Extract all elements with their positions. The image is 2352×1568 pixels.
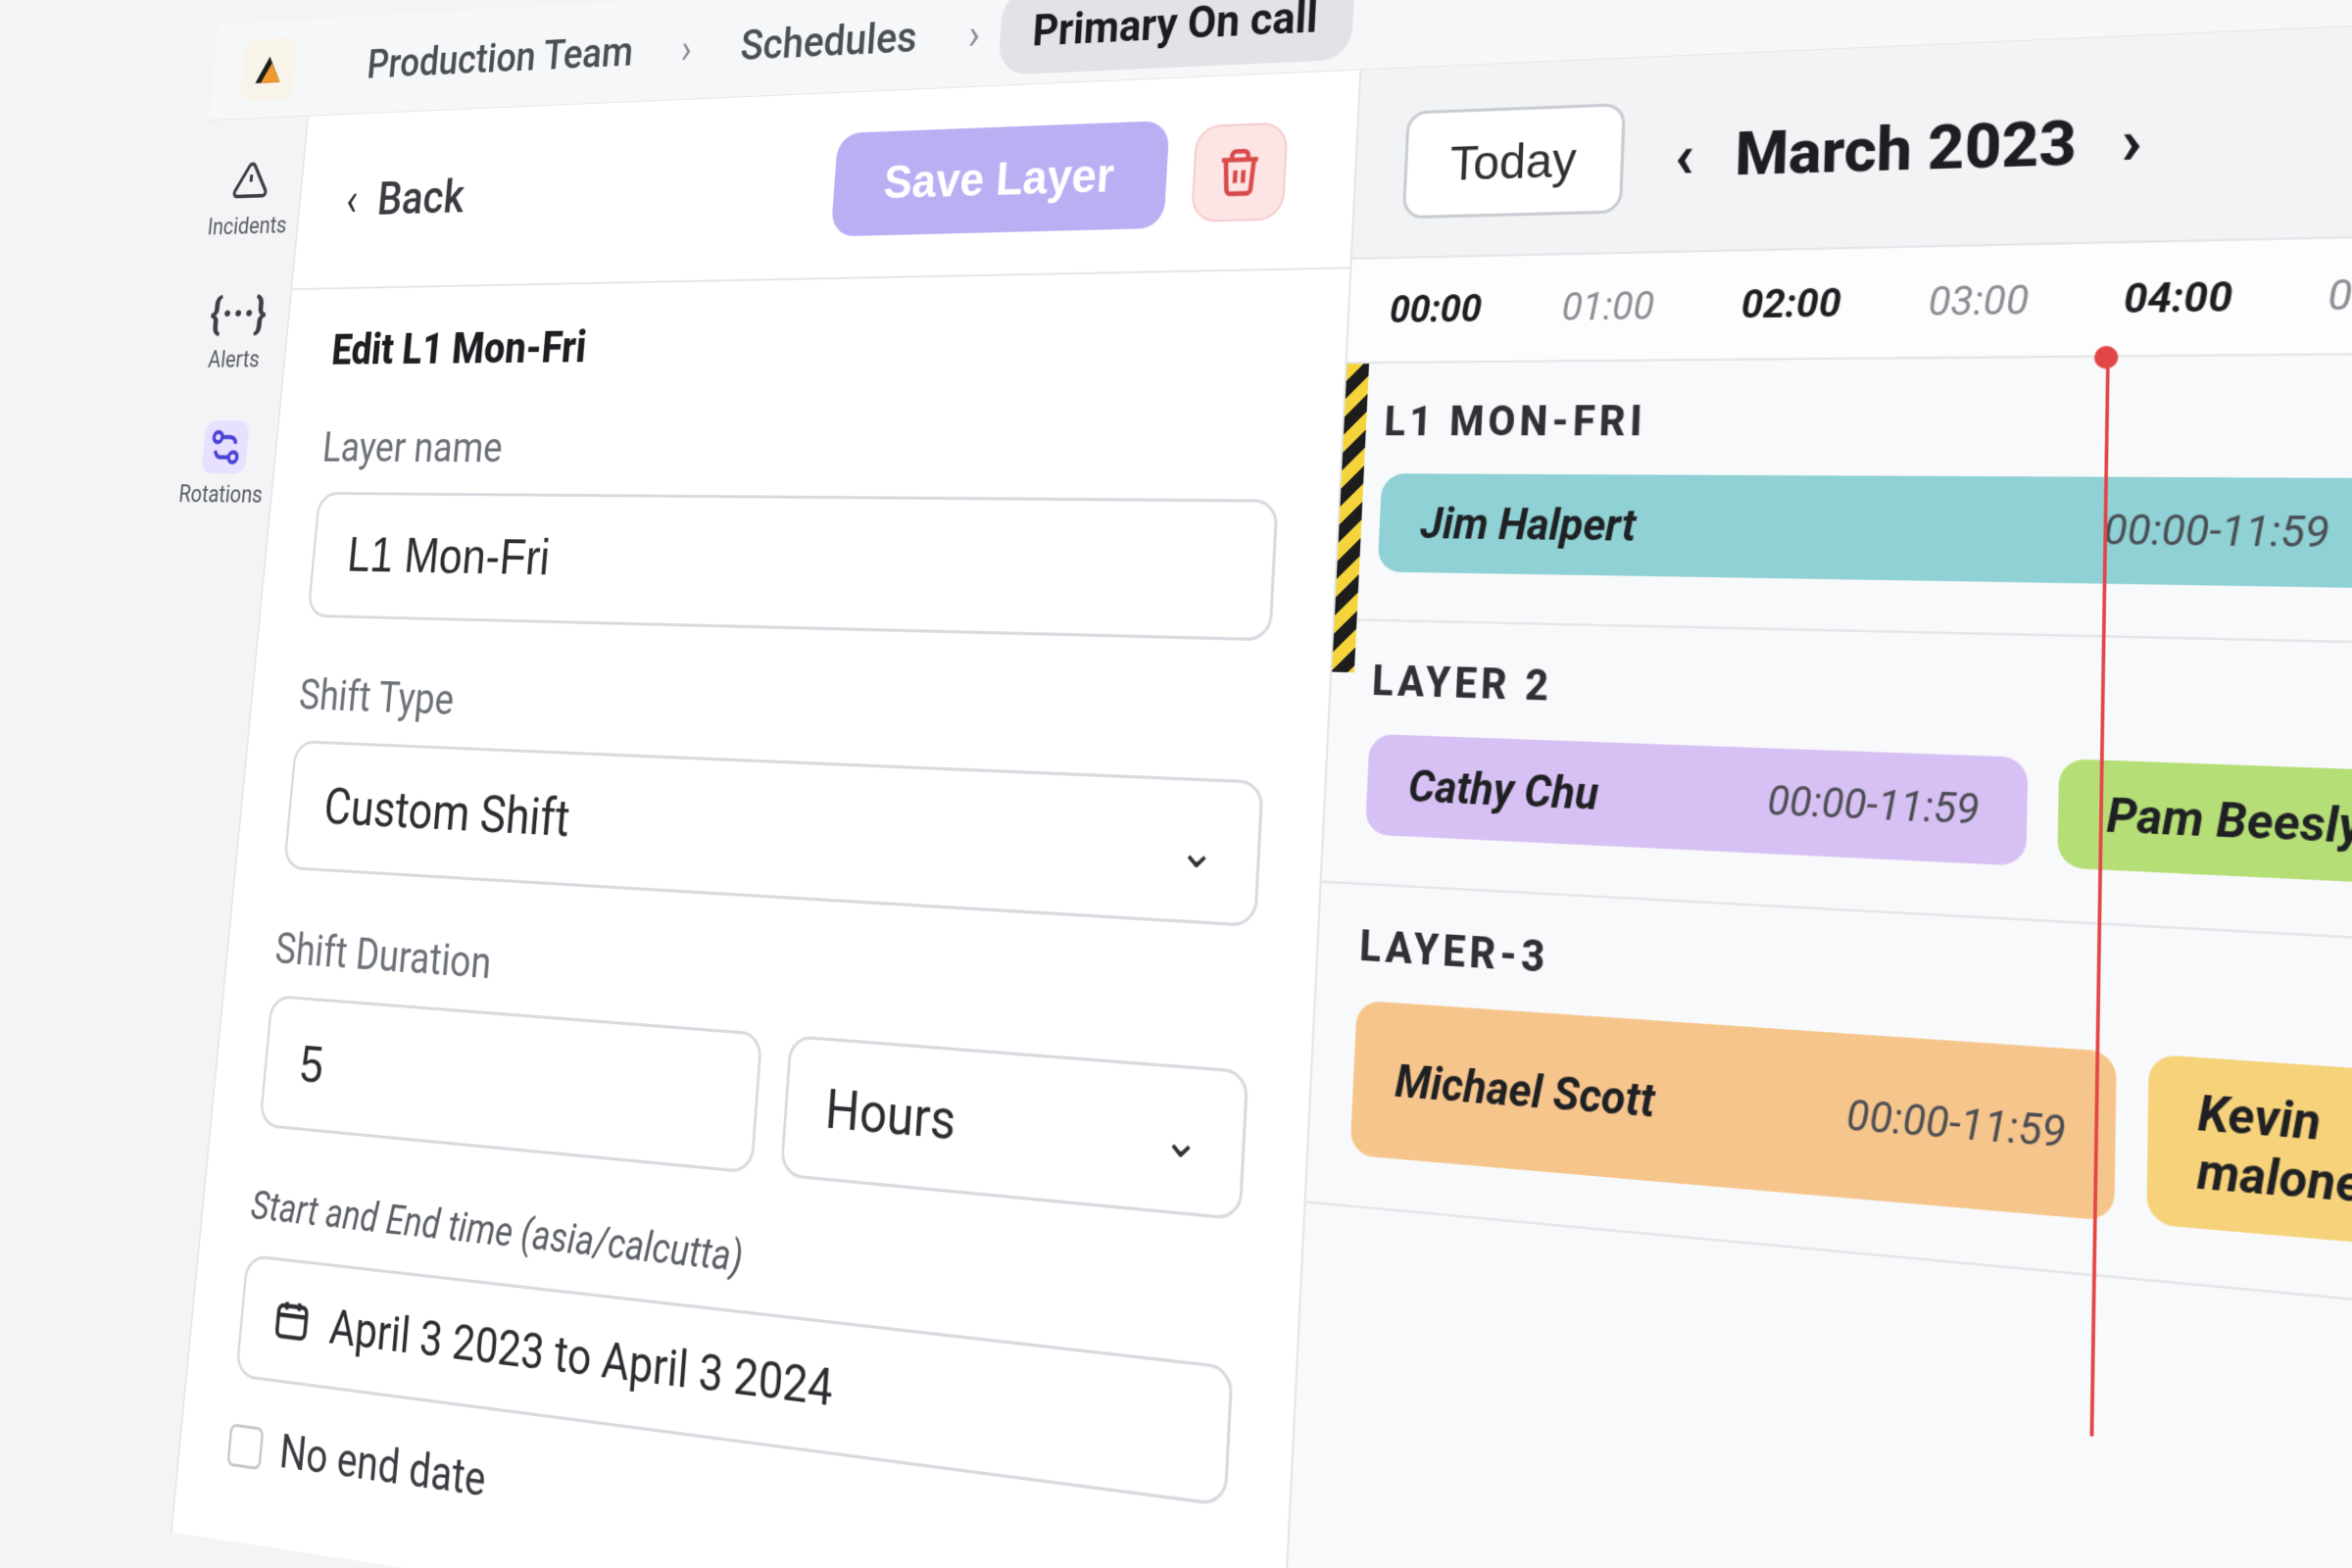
hour-tick: 00:00	[1389, 285, 1563, 332]
delete-layer-button[interactable]	[1191, 122, 1289, 221]
app-logo	[240, 37, 298, 102]
shift-block[interactable]: Jim Halpert 00:00-11:59	[1377, 473, 2352, 588]
alert-triangle-icon	[227, 153, 275, 206]
hour-tick: 04:00	[2124, 271, 2328, 322]
shift-duration-unit-select[interactable]: Hours ⌄	[780, 1035, 1250, 1221]
no-end-date-checkbox[interactable]	[226, 1423, 264, 1470]
schedule-timeline: Today ‹ March 2023 › 00:0001:0002:0003:0…	[1282, 19, 2352, 1568]
hour-tick: 03:00	[1928, 275, 2124, 325]
shift-name: Cathy Chu	[1407, 760, 1599, 819]
braces-icon: {···}	[215, 286, 264, 339]
shift-range: 00:00-11:59	[2103, 506, 2329, 558]
date-range-text: April 3 2023 to April 3 2024	[327, 1298, 835, 1419]
breadcrumb-schedules[interactable]: Schedules	[708, 0, 953, 88]
hour-tick: 01:00	[1561, 282, 1742, 330]
layer-title: LAYER-3	[1358, 922, 2352, 1044]
today-button[interactable]: Today	[1402, 103, 1626, 219]
breadcrumb-current[interactable]: Primary On call	[998, 0, 1355, 75]
layer-name-input[interactable]	[307, 492, 1279, 642]
panel-title: Edit L1 Mon-Fri	[329, 312, 1288, 375]
nav-label: Alerts	[207, 348, 261, 372]
hour-tick: 05:00	[2328, 268, 2352, 320]
save-layer-button[interactable]: Save Layer	[831, 121, 1170, 237]
back-label: Back	[375, 171, 466, 226]
shift-row: Cathy Chu 00:00-11:59 Pam Beesly	[1365, 734, 2352, 889]
chevron-right-icon: ›	[967, 8, 983, 59]
shift-row: Jim Halpert 00:00-11:59	[1377, 473, 2352, 590]
shift-duration-input[interactable]	[259, 995, 763, 1174]
now-indicator-line	[2090, 358, 2110, 1437]
shift-block[interactable]: Michael Scott 00:00-11:59	[1349, 1001, 2116, 1221]
shift-block[interactable]: Pam Beesly	[2057, 759, 2352, 888]
layer-title: L1 MON-FRI	[1384, 395, 2352, 448]
back-button[interactable]: ‹ Back	[344, 171, 466, 227]
shift-name: Michael Scott	[1394, 1054, 1655, 1128]
layer-block: LAYER-3 Michael Scott 00:00-11:59 Kevin mal…	[1306, 883, 2352, 1319]
shift-range: 00:00-11:59	[1846, 1091, 2067, 1158]
layer-block: LAYER 2 Cathy Chu 00:00-11:59 Pam Beesly	[1322, 620, 2352, 949]
no-end-date-label: No end date	[277, 1424, 488, 1508]
shift-block[interactable]: Cathy Chu 00:00-11:59	[1365, 734, 2029, 866]
chevron-down-icon: ⌄	[1177, 822, 1216, 880]
chevron-down-icon: ⌄	[1161, 1109, 1201, 1170]
nav-alerts[interactable]: {···} Alerts	[207, 286, 267, 371]
layer-name-label: Layer name	[320, 421, 1283, 476]
calendar-icon	[271, 1295, 313, 1349]
shift-block[interactable]: Kevin malone	[2146, 1054, 2352, 1254]
month-label: March 2023	[1734, 107, 2077, 190]
layer-editor-panel: ‹ Back Save Layer Edit L1 Mon-Fri Layer …	[172, 71, 1362, 1568]
layer-block: L1 MON-FRI Jim Halpert 00:00-11:59	[1335, 354, 2352, 648]
shift-range: 00:00-11:59	[1767, 777, 1981, 835]
shift-type-select[interactable]: Custom Shift ⌄	[283, 740, 1264, 927]
breadcrumb-team[interactable]: Production Team	[336, 9, 666, 106]
shift-name: Jim Halpert	[1419, 498, 1637, 551]
shift-name: Pam Beesly	[2106, 787, 2352, 855]
now-indicator-dot	[2094, 346, 2119, 369]
next-month-button[interactable]: ›	[2121, 103, 2142, 180]
rotation-icon	[201, 420, 250, 473]
prev-month-button[interactable]: ‹	[1674, 120, 1696, 193]
layer-title: LAYER 2	[1371, 658, 2352, 742]
shift-name: Kevin malone	[2197, 1085, 2352, 1221]
shift-row: Michael Scott 00:00-11:59 Kevin malone	[1349, 1001, 2352, 1254]
chevron-right-icon: ›	[679, 24, 694, 73]
hours-header: 00:0001:0002:0003:0004:0005:00	[1348, 234, 2352, 364]
nav-rotations[interactable]: Rotations	[177, 420, 270, 507]
trash-icon	[1214, 146, 1265, 198]
chevron-left-icon: ‹	[344, 173, 361, 226]
nav-incidents[interactable]: Incidents	[207, 153, 294, 239]
nav-label: Rotations	[177, 482, 264, 507]
nav-label: Incidents	[207, 214, 288, 239]
shift-type-value: Custom Shift	[321, 777, 572, 850]
shift-type-label: Shift Type	[297, 670, 1268, 758]
hour-tick: 02:00	[1740, 278, 1929, 327]
shift-duration-unit-value: Hours	[823, 1077, 957, 1153]
